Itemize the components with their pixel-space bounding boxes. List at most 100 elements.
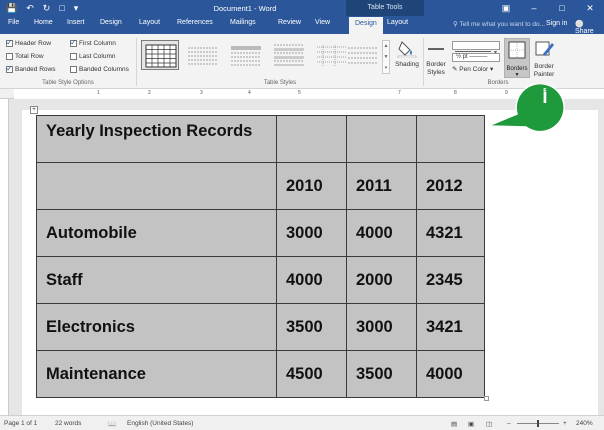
line-style-dropdown[interactable]: ▼	[452, 41, 500, 56]
table-cell[interactable]: 4321	[416, 209, 485, 257]
tab-layout[interactable]: Layout	[139, 19, 160, 26]
total-row-checkbox[interactable]: Total Row	[6, 53, 44, 60]
table-cell[interactable]: 3421	[416, 303, 485, 351]
ribbon-display-icon[interactable]: ▣	[492, 0, 520, 16]
table-cell[interactable]: 4000	[416, 350, 485, 398]
table-cell[interactable]: Automobile	[36, 209, 277, 257]
page-count[interactable]: Page 1 of 1	[4, 420, 37, 427]
table-cell[interactable]: 4500	[276, 350, 347, 398]
close-icon[interactable]: ✕	[576, 0, 604, 16]
table-cell[interactable]	[416, 115, 485, 163]
group-divider	[136, 38, 137, 86]
shading-button[interactable]: Shading	[394, 38, 420, 69]
customize-qat-icon[interactable]: ▾	[74, 2, 79, 14]
tab-view[interactable]: View	[315, 19, 330, 26]
table-cell[interactable]: 3000	[346, 303, 417, 351]
tab-table-design[interactable]: Design	[349, 17, 383, 34]
tab-mailings[interactable]: Mailings	[230, 19, 256, 26]
zoom-level[interactable]: 240%	[576, 420, 593, 427]
table-style-grid-selected[interactable]	[141, 40, 179, 70]
save-icon[interactable]: 💾	[6, 2, 17, 14]
table-move-handle-icon[interactable]: +	[30, 106, 38, 114]
table-cell[interactable]: Staff	[36, 256, 277, 304]
ruler-number: 8	[454, 90, 457, 96]
scroll-up-icon[interactable]: ▲	[384, 43, 389, 49]
tab-table-layout[interactable]: Layout	[387, 19, 408, 26]
table-resize-handle[interactable]	[484, 396, 489, 401]
table-cell[interactable]: 3500	[276, 303, 347, 351]
tab-design[interactable]: Design	[100, 19, 122, 26]
table-style-plain-5[interactable]	[344, 40, 382, 70]
vertical-ruler[interactable]	[0, 99, 9, 415]
proofing-icon[interactable]: 📖	[108, 420, 116, 428]
table-style-plain-2[interactable]	[227, 40, 265, 70]
border-painter-button[interactable]: Border Painter	[531, 38, 557, 79]
gallery-more-icon[interactable]: ▾	[385, 65, 388, 71]
table-style-plain-1[interactable]	[184, 40, 222, 70]
banded-rows-checkbox[interactable]: Banded Rows	[6, 64, 55, 73]
borders-button[interactable]: Borders ▼	[504, 38, 530, 78]
table-cell[interactable]: 2011	[346, 162, 417, 210]
header-row-checkbox[interactable]: Header Row	[6, 38, 52, 47]
tab-file[interactable]: File	[8, 19, 19, 26]
border-styles-button[interactable]: Border Styles	[424, 40, 448, 77]
status-bar: Page 1 of 1 22 words 📖 English (United S…	[0, 415, 604, 430]
window-controls: ▣ – □ ✕	[492, 0, 604, 16]
read-mode-icon[interactable]: ▤	[451, 420, 457, 428]
border-styles-label: Border Styles	[426, 61, 446, 76]
pen-color-label: Pen Color	[459, 66, 489, 73]
redo-icon[interactable]: ↻	[43, 2, 51, 14]
maximize-icon[interactable]: □	[548, 0, 576, 16]
table-cell[interactable]: 2010	[276, 162, 347, 210]
pen-color-button[interactable]: ✎ Pen Color ▾	[452, 66, 504, 74]
table-cell[interactable]: 3500	[346, 350, 417, 398]
table-cell[interactable]	[346, 115, 417, 163]
title-bar: 💾 ↶ ↻ □ ▾ Document1 - Word Table Tools ▣…	[0, 0, 604, 16]
table-cell[interactable]: 4000	[346, 209, 417, 257]
table-cell[interactable]: 4000	[276, 256, 347, 304]
zoom-in-icon[interactable]: +	[563, 420, 567, 427]
minimize-icon[interactable]: –	[520, 0, 548, 16]
zoom-out-icon[interactable]: –	[507, 420, 511, 427]
first-column-checkbox[interactable]: First Column	[70, 38, 116, 47]
sign-in-link[interactable]: Sign in	[546, 20, 567, 27]
table-cell[interactable]	[36, 162, 277, 210]
last-column-checkbox[interactable]: Last Column	[70, 53, 116, 60]
tab-review[interactable]: Review	[278, 19, 301, 26]
language-status[interactable]: English (United States)	[127, 420, 193, 427]
table-row: Automobile 3000 4000 4321	[36, 209, 485, 257]
table-cell[interactable]: Maintenance	[36, 350, 277, 398]
table-cell[interactable]: 2012	[416, 162, 485, 210]
table-row: 2010 2011 2012	[36, 162, 485, 210]
table-cell[interactable]: Yearly Inspection Records	[36, 115, 277, 163]
tab-home[interactable]: Home	[34, 19, 53, 26]
plain-table-style-icon	[274, 44, 304, 66]
tab-insert[interactable]: Insert	[67, 19, 85, 26]
line-weight-dropdown[interactable]: ½ pt ———	[452, 53, 500, 62]
banded-columns-checkbox[interactable]: Banded Columns	[70, 66, 129, 73]
tell-me-box[interactable]: ⚲ Tell me what you want to do...	[453, 20, 545, 28]
table-style-plain-3[interactable]	[270, 40, 308, 70]
table-cell[interactable]: 2000	[346, 256, 417, 304]
web-layout-icon[interactable]: ◫	[486, 420, 492, 428]
touch-mode-icon[interactable]: □	[59, 2, 64, 14]
person-icon: ⚪	[575, 21, 584, 28]
table-row: Yearly Inspection Records	[36, 115, 485, 163]
undo-icon[interactable]: ↶	[26, 2, 34, 14]
zoom-slider-thumb[interactable]	[537, 420, 539, 427]
ruler-number: 5	[298, 90, 301, 96]
tab-references[interactable]: References	[177, 19, 213, 26]
table-cell[interactable]: Electronics	[36, 303, 277, 351]
ruler-number: 1	[97, 90, 100, 96]
document-title: Document1 - Word	[213, 4, 277, 13]
header-row-label: Header Row	[15, 40, 52, 47]
table-cell[interactable]: 3000	[276, 209, 347, 257]
gallery-scroll[interactable]: ▲ ▼ ▾	[382, 40, 390, 74]
table-cell[interactable]	[276, 115, 347, 163]
print-layout-icon[interactable]: ▣	[468, 420, 474, 428]
table-cell[interactable]: 2345	[416, 256, 485, 304]
inspection-table[interactable]: Yearly Inspection Records 2010 2011 2012…	[36, 115, 485, 398]
word-count[interactable]: 22 words	[55, 420, 81, 427]
scroll-down-icon[interactable]: ▼	[384, 54, 389, 60]
share-button[interactable]: ⚪ Share	[575, 20, 604, 35]
